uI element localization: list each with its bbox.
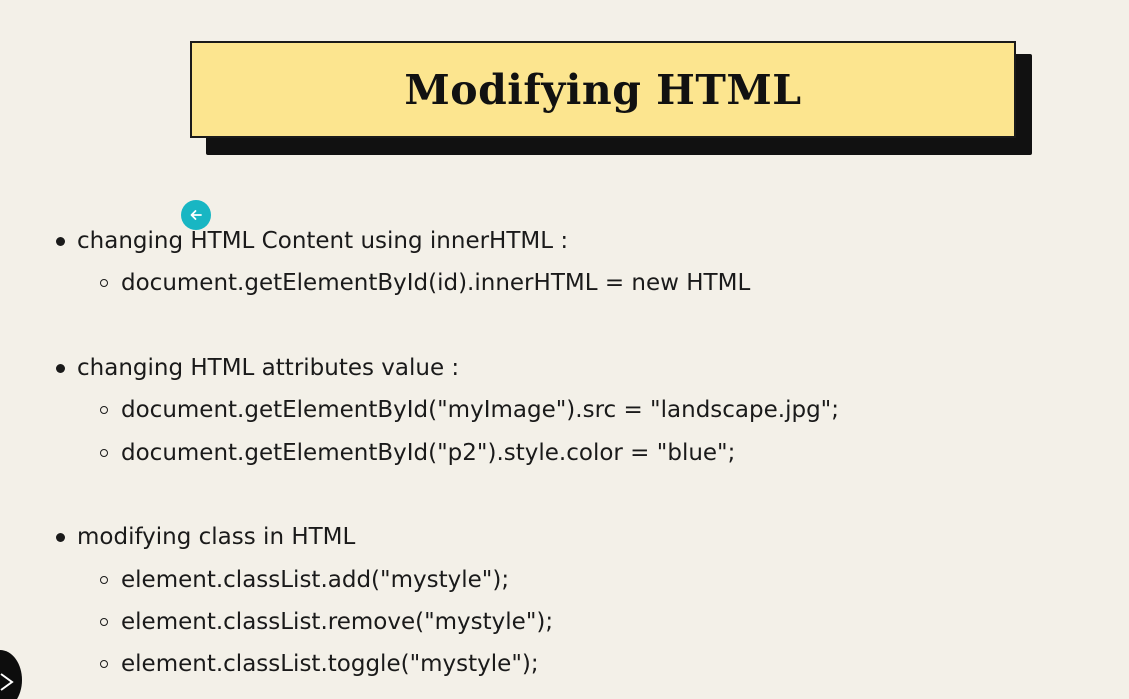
arrow-left-icon [181, 200, 211, 230]
sub-bullet-icon [100, 660, 108, 668]
section-heading: changing HTML attributes value : [77, 355, 460, 381]
bullet-list: changing HTML Content using innerHTML : … [0, 0, 1129, 699]
sub-bullet-icon [100, 576, 108, 584]
sub-bullet-icon [100, 449, 108, 457]
code-line: element.classList.add("mystyle"); [121, 567, 510, 593]
code-line: document.getElementById("p2").style.colo… [121, 440, 736, 466]
section-heading: modifying class in HTML [77, 524, 356, 550]
bullet-dot-icon [56, 237, 65, 246]
code-line: element.classList.toggle("mystyle"); [121, 651, 539, 677]
sub-bullet-icon [100, 279, 108, 287]
sub-bullet-icon [100, 406, 108, 414]
slide: Modifying HTML changing HTML Content usi… [0, 0, 1129, 699]
bullet-dot-icon [56, 364, 65, 373]
code-line: element.classList.remove("mystyle"); [121, 609, 554, 635]
code-line: document.getElementById(id).innerHTML = … [121, 270, 751, 296]
sub-bullet-icon [100, 618, 108, 626]
bullet-dot-icon [56, 533, 65, 542]
section-heading: changing HTML Content using innerHTML : [77, 228, 569, 254]
code-line: document.getElementById("myImage").src =… [121, 397, 839, 423]
